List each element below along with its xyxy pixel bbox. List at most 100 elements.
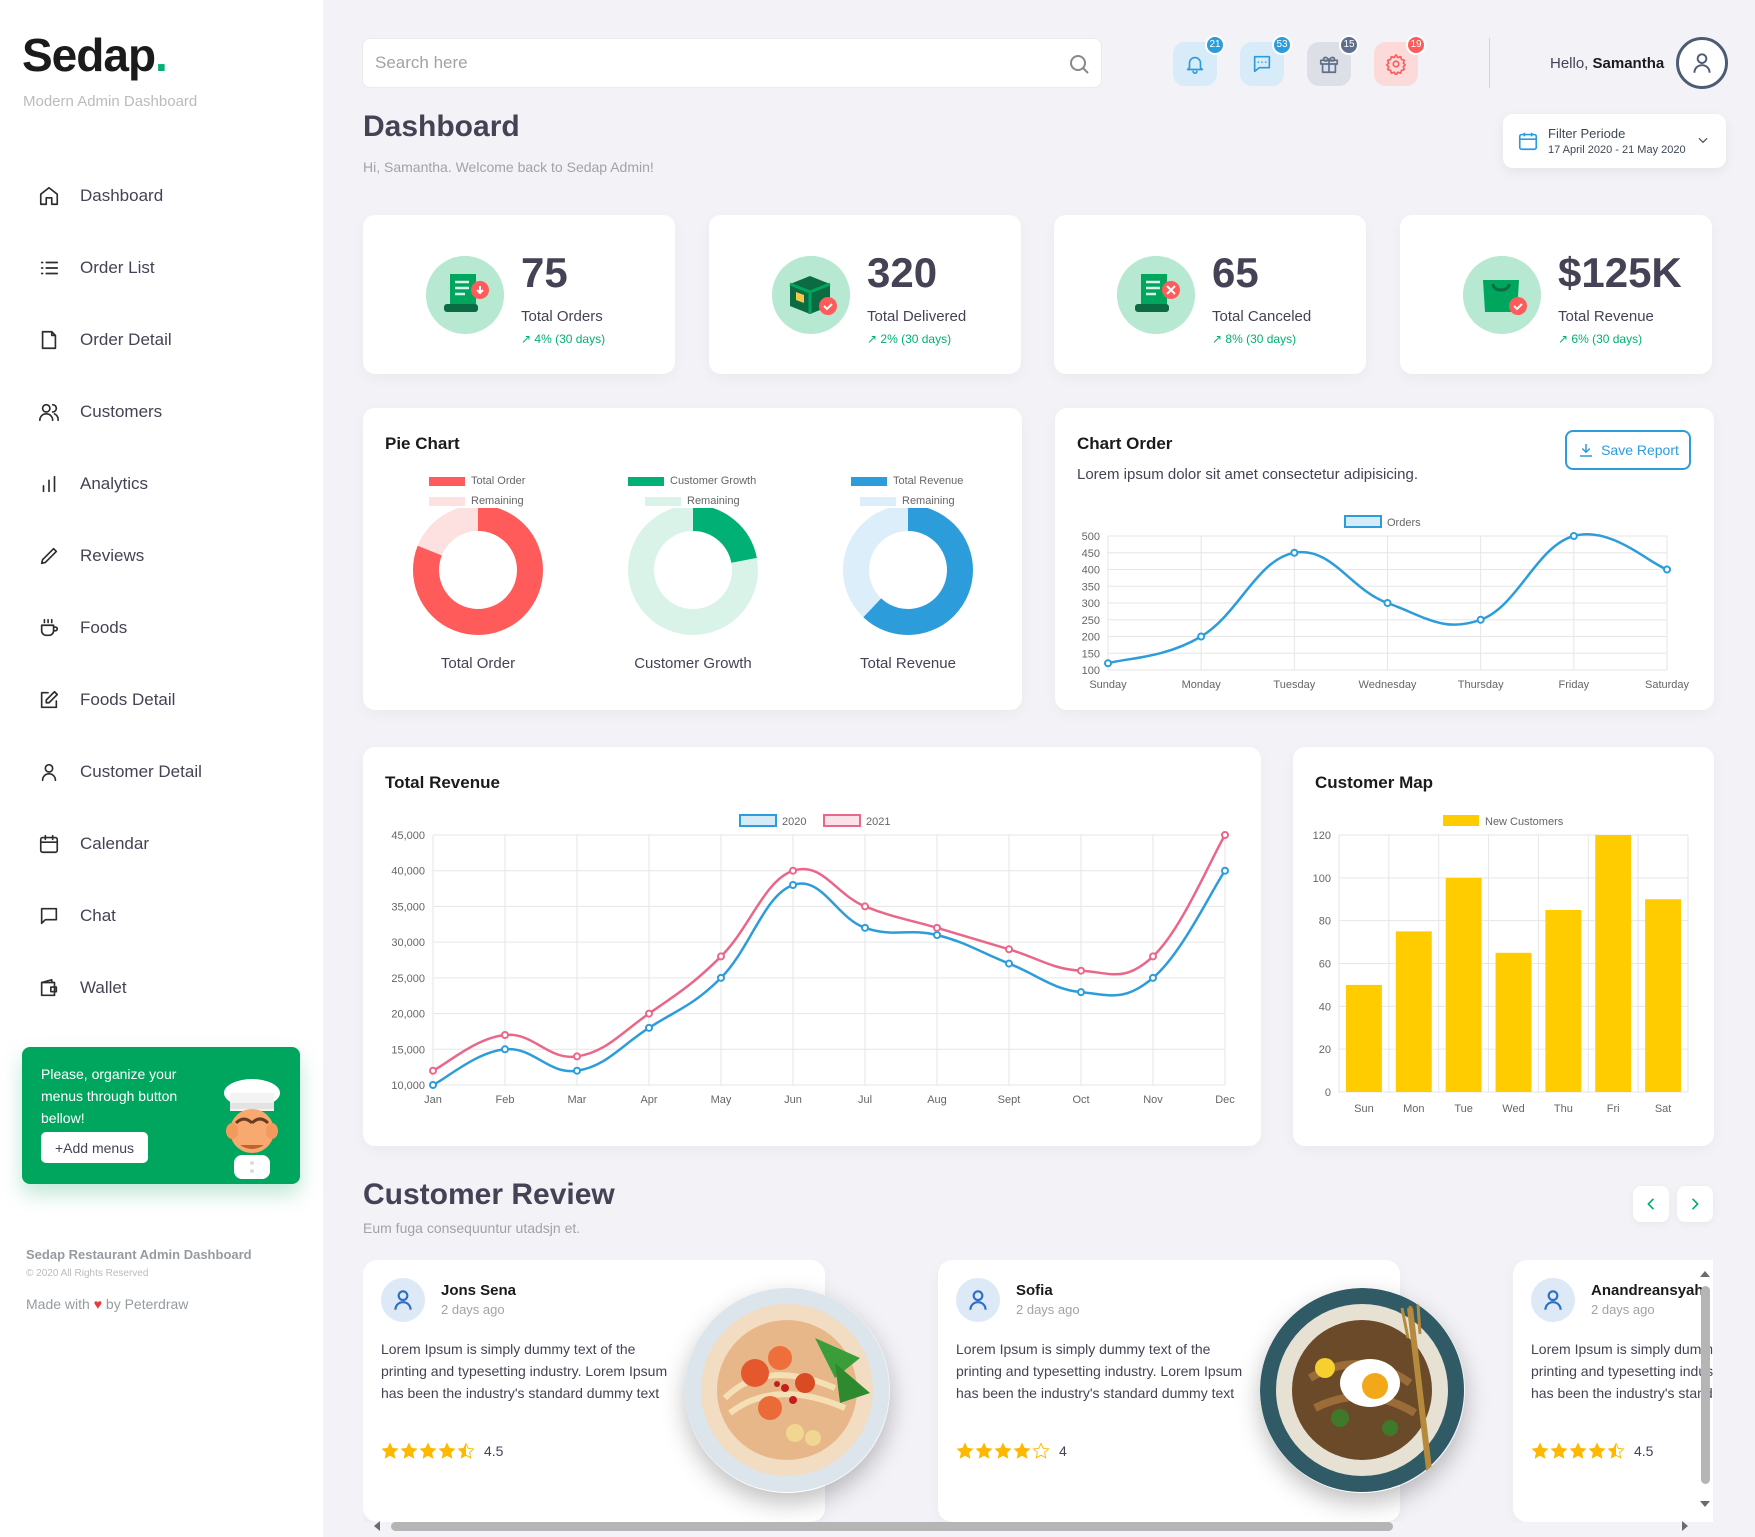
rating-score: 4.5 — [484, 1443, 504, 1459]
legend-label: 2020 — [782, 816, 806, 828]
data-point — [1221, 831, 1229, 839]
save-report-button[interactable]: Save Report — [1565, 430, 1691, 470]
user-avatar[interactable] — [1676, 37, 1728, 89]
star-icon — [381, 1442, 399, 1459]
brand-logo[interactable]: Sedap. — [22, 28, 168, 82]
scrollbar-thumb[interactable] — [1701, 1286, 1710, 1484]
star-icon — [1569, 1442, 1587, 1459]
review-vertical-scrollbar[interactable] — [1698, 1268, 1712, 1512]
search-icon[interactable] — [1067, 52, 1091, 76]
heart-icon: ♥ — [93, 1296, 103, 1312]
review-next-button[interactable] — [1677, 1186, 1713, 1222]
star-icon — [1032, 1442, 1050, 1459]
y-tick-label: 100 — [1082, 665, 1100, 677]
x-tick-label: Thu — [1554, 1103, 1573, 1115]
sidebar-item-label: Wallet — [80, 978, 127, 997]
sidebar-item-order-detail[interactable]: Order Detail — [0, 304, 323, 376]
review-card: Sofia 2 days ago Lorem Ipsum is simply d… — [938, 1260, 1464, 1522]
sidebar-item-calendar[interactable]: Calendar — [0, 808, 323, 880]
gift-badge: 15 — [1339, 35, 1359, 55]
scroll-down-arrow-icon[interactable] — [1698, 1500, 1712, 1510]
review-carousel[interactable]: Jons Sena 2 days ago Lorem Ipsum is simp… — [363, 1260, 1713, 1522]
x-tick-label: Sat — [1655, 1103, 1672, 1115]
y-tick-label: 40 — [1319, 1001, 1331, 1013]
food-dish-image — [685, 1288, 889, 1492]
legend-swatch — [1443, 815, 1479, 826]
bar — [1545, 909, 1582, 1092]
bar — [1345, 984, 1382, 1092]
data-point — [1569, 532, 1578, 540]
sidebar-item-label: Calendar — [80, 834, 149, 853]
sidebar-item-analytics[interactable]: Analytics — [0, 448, 323, 520]
rating-score: 4 — [1059, 1443, 1067, 1459]
sidebar-item-customers[interactable]: Customers — [0, 376, 323, 448]
gifts-button[interactable]: 15 — [1307, 35, 1359, 86]
x-tick-label: Sept — [998, 1094, 1021, 1106]
review-horizontal-scrollbar[interactable] — [363, 1519, 1688, 1533]
card-title: Customer Map — [1315, 773, 1434, 792]
star-icon — [438, 1442, 456, 1459]
x-tick-label: Sun — [1354, 1103, 1374, 1115]
user-icon — [969, 1290, 987, 1310]
donut-0 — [413, 508, 543, 635]
scroll-up-arrow-icon[interactable] — [1698, 1268, 1712, 1278]
star-icon — [1013, 1442, 1031, 1459]
stat-label: Total Revenue — [1558, 308, 1654, 325]
sidebar-item-label: Reviews — [80, 546, 145, 565]
y-tick-label: 250 — [1082, 615, 1100, 627]
review-rating: 4 — [956, 1442, 1067, 1460]
pencil-icon — [40, 547, 58, 565]
x-tick-label: Monday — [1182, 679, 1222, 691]
notifications-button[interactable]: 21 — [1173, 35, 1225, 86]
sidebar-item-label: Chat — [80, 906, 116, 925]
star-icon — [1588, 1442, 1606, 1459]
data-point — [1005, 959, 1013, 968]
y-tick-label: 20,000 — [391, 1009, 425, 1021]
order-line-chart: 500 450 400 350 300 250 200 150 100 Sunday Monday T… — [1082, 515, 1690, 691]
stat-value: 75 — [521, 249, 568, 296]
wallet-icon — [40, 978, 58, 997]
footer-copyright: © 2020 All Rights Reserved — [26, 1268, 149, 1279]
settings-button[interactable]: 19 — [1374, 35, 1426, 86]
add-menus-button[interactable]: +Add menus — [41, 1132, 148, 1163]
gift-icon — [1319, 56, 1339, 74]
review-text: Lorem Ipsum is simply dummy text of the … — [956, 1341, 1243, 1401]
review-time: 2 days ago — [441, 1302, 505, 1317]
filter-periode-dropdown[interactable]: Filter Periode 17 April 2020 - 21 May 20… — [1503, 114, 1726, 168]
data-point — [717, 973, 725, 982]
scroll-right-arrow-icon[interactable] — [1681, 1519, 1691, 1533]
x-tick-label: Fri — [1607, 1103, 1620, 1115]
document-icon — [41, 330, 57, 350]
scrollbar-thumb[interactable] — [391, 1522, 1393, 1531]
messages-button[interactable]: 53 — [1240, 35, 1292, 86]
y-tick-label: 0 — [1325, 1087, 1331, 1099]
y-tick-label: 100 — [1313, 873, 1331, 885]
search-input[interactable] — [375, 49, 1055, 77]
reviewer-avatar — [1531, 1278, 1575, 1322]
sidebar-item-chat[interactable]: Chat — [0, 880, 323, 952]
legend-swatch — [823, 814, 861, 827]
scroll-left-arrow-icon[interactable] — [371, 1519, 381, 1533]
x-tick-label: Tuesday — [1273, 679, 1315, 691]
sidebar-item-dashboard[interactable]: Dashboard — [0, 160, 323, 232]
sidebar-item-label: Dashboard — [80, 186, 164, 205]
sidebar-item-label: Foods — [80, 618, 128, 637]
x-tick-label: Jun — [784, 1094, 802, 1106]
bar — [1645, 899, 1682, 1092]
sidebar-item-customer-detail[interactable]: Customer Detail — [0, 736, 323, 808]
data-point — [1476, 615, 1485, 624]
sidebar-item-reviews[interactable]: Reviews — [0, 520, 323, 592]
data-point — [429, 1066, 437, 1075]
sidebar-item-order-list[interactable]: Order List — [0, 232, 323, 304]
sidebar-item-foods[interactable]: Foods — [0, 592, 323, 664]
sidebar-item-foods-detail[interactable]: Foods Detail — [0, 664, 323, 736]
sidebar-item-label: Order List — [80, 258, 155, 277]
review-prev-button[interactable] — [1633, 1186, 1669, 1222]
y-tick-label: 45,000 — [391, 830, 425, 842]
users-icon — [39, 403, 59, 422]
sidebar-item-wallet[interactable]: Wallet — [0, 952, 323, 1024]
shopping-bag-icon — [1463, 256, 1541, 334]
y-tick-label: 120 — [1313, 830, 1331, 842]
data-point — [1663, 565, 1671, 574]
chef-illustration — [224, 1079, 280, 1179]
